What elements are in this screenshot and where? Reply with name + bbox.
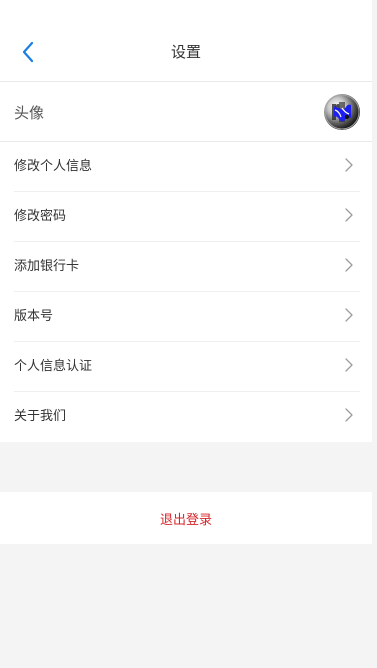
logout-button[interactable]: 退出登录 — [0, 492, 372, 544]
menu-item-label: 修改个人信息 — [14, 159, 93, 174]
chevron-right-icon — [345, 208, 353, 222]
avatar — [324, 94, 360, 130]
header: 设置 — [0, 0, 372, 82]
avatar-label: 头像 — [14, 104, 45, 122]
menu-item-label: 添加银行卡 — [14, 259, 80, 274]
menu-item-label: 版本号 — [14, 309, 54, 324]
menu-item-change-password[interactable]: 修改密码 — [0, 192, 372, 242]
menu-item-version[interactable]: 版本号 — [0, 292, 372, 342]
page-title: 设置 — [170, 43, 201, 61]
chevron-right-icon — [345, 358, 353, 372]
section-gap — [0, 442, 372, 492]
menu-item-label: 关于我们 — [14, 409, 67, 424]
menu-item-edit-profile[interactable]: 修改个人信息 — [0, 142, 372, 192]
chevron-right-icon — [345, 308, 353, 322]
menu-item-label: 修改密码 — [14, 209, 67, 224]
avatar-row[interactable]: 头像 — [0, 82, 372, 142]
menu-item-add-bank-card[interactable]: 添加银行卡 — [0, 242, 372, 292]
chevron-right-icon — [345, 258, 353, 272]
chevron-right-icon — [345, 408, 353, 422]
menu-item-label: 个人信息认证 — [14, 359, 93, 374]
bottom-spacer — [0, 544, 372, 667]
settings-page: 设置 头像 修改个人信息 修改密码 添加银行卡 版本号 个人信息认证 关于我们 … — [0, 0, 372, 668]
settings-menu: 修改个人信息 修改密码 添加银行卡 版本号 个人信息认证 关于我们 — [0, 142, 372, 442]
menu-item-identity-verification[interactable]: 个人信息认证 — [0, 342, 372, 392]
menu-item-about-us[interactable]: 关于我们 — [0, 392, 372, 442]
chevron-right-icon — [345, 158, 353, 172]
